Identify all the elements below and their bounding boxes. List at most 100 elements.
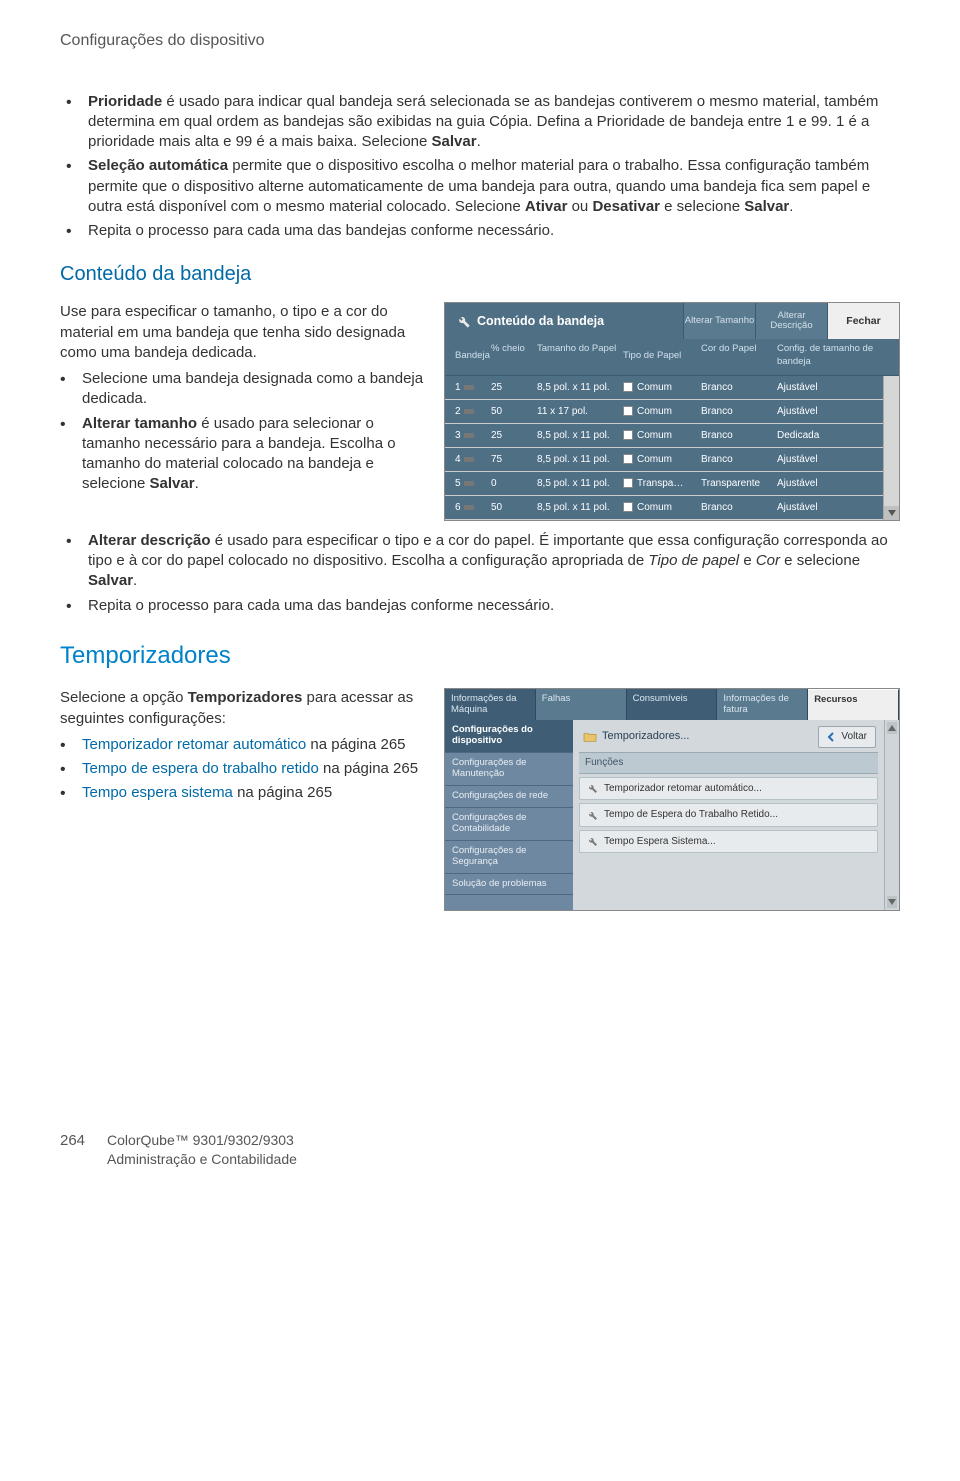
- sidebar-item-troubleshoot[interactable]: Solução de problemas: [445, 874, 573, 896]
- table-row[interactable]: 6 508,5 pol. x 11 pol. Comum BrancoAjust…: [445, 496, 883, 520]
- scroll-down-icon[interactable]: [887, 896, 897, 908]
- tools-icon: [455, 313, 471, 329]
- xref-link[interactable]: Tempo espera sistema: [82, 784, 233, 801]
- paragraph: Selecione a opção Temporizadores para ac…: [60, 688, 430, 729]
- term: Alterar descrição: [88, 532, 211, 549]
- table-body: 1 258,5 pol. x 11 pol. Comum BrancoAjust…: [445, 376, 883, 520]
- italic: Tipo de papel: [648, 552, 739, 569]
- content-panel: Voltar Temporizadores... Funções Tempori…: [573, 720, 884, 910]
- term: Salvar: [88, 572, 133, 589]
- tab-tools[interactable]: Recursos: [808, 689, 899, 720]
- table-header: Bandeja % cheio Tamanho do Papel Tipo de…: [445, 339, 899, 376]
- term: Desativar: [592, 198, 660, 215]
- wrench-icon: [586, 782, 598, 794]
- menu-item-auto-resume[interactable]: Temporizador retomar automático...: [579, 777, 878, 801]
- sidebar: Configurações do dispositivo Configuraçõ…: [445, 720, 573, 910]
- scroll-up-icon[interactable]: [887, 722, 897, 734]
- change-description-button[interactable]: Alterar Descrição: [755, 303, 827, 339]
- text: e: [739, 552, 756, 569]
- table-row[interactable]: 5 08,5 pol. x 11 pol. Transpa… Transpare…: [445, 472, 883, 496]
- close-button[interactable]: Fechar: [827, 303, 899, 339]
- text: e selecione: [780, 552, 860, 569]
- swatch-icon: [623, 502, 633, 512]
- sidebar-item-accounting[interactable]: Configurações de Contabilidade: [445, 808, 573, 841]
- swatch-icon: [623, 382, 633, 392]
- tray-icon: [464, 383, 474, 391]
- term: Alterar tamanho: [82, 415, 197, 432]
- text: na página 265: [306, 736, 405, 753]
- tray-icon: [464, 503, 474, 511]
- list-item: Tempo espera sistema na página 265: [82, 783, 430, 803]
- tab-billing[interactable]: Informações de fatura: [717, 689, 808, 720]
- back-arrow-icon: [827, 732, 837, 742]
- swatch-icon: [623, 478, 633, 488]
- scrollbar[interactable]: [883, 376, 899, 520]
- screenshot-timers: Informações da Máquina Falhas Consumívei…: [444, 688, 900, 911]
- tab-consumables[interactable]: Consumíveis: [627, 689, 718, 720]
- page-header: Configurações do dispositivo: [60, 30, 900, 52]
- doc-section: Administração e Contabilidade: [107, 1150, 297, 1169]
- list-item: Alterar descrição é usado para especific…: [88, 531, 900, 592]
- menu-item-held-job[interactable]: Tempo de Espera do Trabalho Retido...: [579, 803, 878, 827]
- list-item: Alterar tamanho é usado para selecionar …: [82, 414, 430, 495]
- scroll-down-icon[interactable]: [884, 506, 899, 520]
- tray-icon: [464, 479, 474, 487]
- continuation-list: Alterar descrição é usado para especific…: [60, 531, 900, 616]
- sidebar-item-device-settings[interactable]: Configurações do dispositivo: [445, 720, 573, 753]
- text: .: [789, 198, 793, 215]
- term: Salvar: [432, 133, 477, 150]
- table-row[interactable]: 4 758,5 pol. x 11 pol. Comum BrancoAjust…: [445, 448, 883, 472]
- tab-faults[interactable]: Falhas: [536, 689, 627, 720]
- xref-link[interactable]: Temporizador retomar automático: [82, 736, 306, 753]
- tray-icon: [464, 455, 474, 463]
- list-item: Temporizador retomar automático na págin…: [82, 735, 430, 755]
- text: .: [195, 475, 199, 492]
- back-button[interactable]: Voltar: [818, 726, 876, 748]
- text: e selecione: [660, 198, 744, 215]
- folder-open-icon: [583, 731, 597, 743]
- list-item: Tempo de espera do trabalho retido na pá…: [82, 759, 430, 779]
- term: Salvar: [150, 475, 195, 492]
- steps-list: Selecione uma bandeja designada como a b…: [60, 369, 430, 495]
- tab-machine-info[interactable]: Informações da Máquina: [445, 689, 536, 720]
- table-row[interactable]: 1 258,5 pol. x 11 pol. Comum BrancoAjust…: [445, 376, 883, 400]
- screenshot-tray-contents: Conteúdo da bandeja Alterar Tamanho Alte…: [444, 302, 900, 521]
- term: Salvar: [744, 198, 789, 215]
- scrollbar[interactable]: [884, 720, 899, 910]
- subheading-conteudo: Conteúdo da bandeja: [60, 261, 900, 288]
- text: ou: [567, 198, 592, 215]
- text: na página 265: [233, 784, 332, 801]
- xref-link[interactable]: Tempo de espera do trabalho retido: [82, 760, 319, 777]
- section-heading-temporizadores: Temporizadores: [60, 640, 900, 672]
- list-item: Repita o processo para cada uma das band…: [88, 596, 900, 616]
- swatch-icon: [623, 430, 633, 440]
- text: na página 265: [319, 760, 418, 777]
- table-row[interactable]: 3 258,5 pol. x 11 pol. Comum BrancoDedic…: [445, 424, 883, 448]
- list-item: Seleção automática permite que o disposi…: [88, 156, 900, 217]
- paragraph: Use para especificar o tamanho, o tipo e…: [60, 302, 430, 363]
- sidebar-item-maintenance[interactable]: Configurações de Manutenção: [445, 753, 573, 786]
- product-name: ColorQube™ 9301/9302/9303: [107, 1131, 297, 1150]
- page-number: 264: [60, 1131, 85, 1151]
- text: .: [477, 133, 481, 150]
- sidebar-item-security[interactable]: Configurações de Segurança: [445, 841, 573, 874]
- swatch-icon: [623, 454, 633, 464]
- term: Prioridade: [88, 93, 162, 110]
- swatch-icon: [623, 406, 633, 416]
- tray-icon: [464, 431, 474, 439]
- text: .: [133, 572, 137, 589]
- change-size-button[interactable]: Alterar Tamanho: [683, 303, 755, 339]
- wrench-icon: [586, 835, 598, 847]
- tab-bar: Informações da Máquina Falhas Consumívei…: [445, 689, 899, 720]
- tray-icon: [464, 407, 474, 415]
- menu-item-system-timeout[interactable]: Tempo Espera Sistema...: [579, 830, 878, 854]
- italic: Cor: [756, 552, 780, 569]
- dialog-title: Conteúdo da bandeja: [445, 303, 683, 339]
- term: Ativar: [525, 198, 568, 215]
- page-footer: 264 ColorQube™ 9301/9302/9303 Administra…: [60, 1131, 900, 1169]
- sidebar-item-network[interactable]: Configurações de rede: [445, 786, 573, 808]
- wrench-icon: [586, 809, 598, 821]
- list-item: Repita o processo para cada uma das band…: [88, 221, 900, 241]
- list-item: Selecione uma bandeja designada como a b…: [82, 369, 430, 410]
- table-row[interactable]: 2 5011 x 17 pol. Comum BrancoAjustável: [445, 400, 883, 424]
